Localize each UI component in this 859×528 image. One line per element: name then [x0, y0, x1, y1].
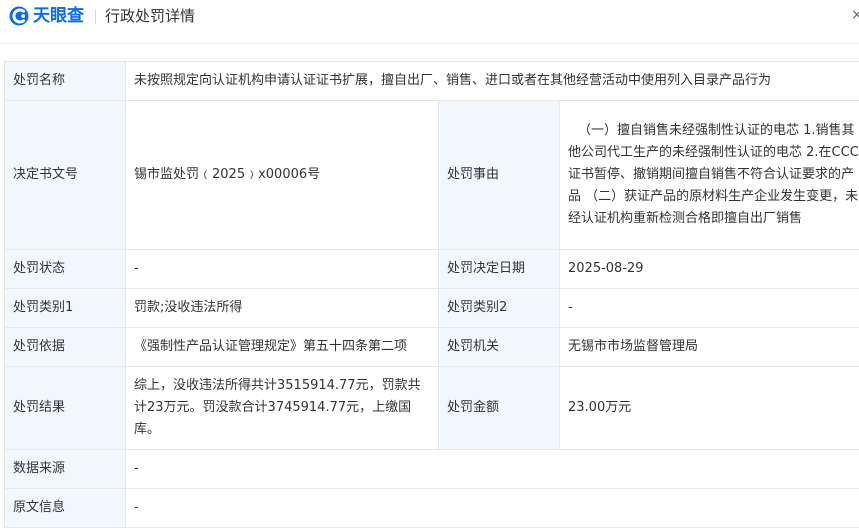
penalty-reason-label: 处罚事由: [439, 101, 560, 250]
penalty-result-cell: 综上，没收违法所得共计3515914.77元，罚款共计23万元。罚没款合计374…: [126, 367, 439, 450]
table-row: 原文信息 -: [5, 489, 859, 528]
data-source-value: -: [126, 450, 859, 489]
penalty-category2-value: -: [560, 289, 859, 328]
table-row: 数据来源 -: [5, 450, 859, 489]
penalty-category2-label: 处罚类别2: [439, 289, 560, 328]
tianyancha-logo[interactable]: 天眼查: [8, 5, 84, 27]
table-row: 处罚名称 未按照规定向认证机构申请认证证书扩展，擅自出厂、销售、进口或者在其他经…: [5, 62, 859, 101]
table-row: 处罚状态 - 处罚决定日期 2025-08-29: [5, 250, 859, 289]
penalty-basis-label: 处罚依据: [5, 328, 126, 367]
decision-no-label: 决定书文号: [5, 101, 126, 250]
penalty-reason-cell: （一）擅自销售未经强制性认证的电芯 1.销售其他公司代工生产的未经强制性认证的电…: [560, 101, 859, 250]
decision-no-value: 锡市监处罚﹙2025﹚x00006号: [126, 101, 439, 250]
header-divider: [95, 9, 96, 24]
penalty-name-label: 处罚名称: [5, 62, 126, 101]
penalty-status-value: -: [126, 250, 439, 289]
page-title: 行政处罚详情: [105, 5, 195, 27]
penalty-result-value: 综上，没收违法所得共计3515914.77元，罚款共计23万元。罚没款合计374…: [134, 375, 428, 441]
decision-date-value: 2025-08-29: [560, 250, 859, 289]
penalty-reason-value: （一）擅自销售未经强制性认证的电芯 1.销售其他公司代工生产的未经强制性认证的电…: [568, 120, 859, 230]
logo-mark-icon: [8, 5, 30, 27]
penalty-amount-value: 23.00万元: [560, 367, 859, 450]
penalty-authority-label: 处罚机关: [439, 328, 560, 367]
table-row: 处罚类别1 罚款;没收违法所得 处罚类别2 -: [5, 289, 859, 328]
table-row: 决定书文号 锡市监处罚﹙2025﹚x00006号 处罚事由 （一）擅自销售未经强…: [5, 101, 859, 250]
penalty-category1-value: 罚款;没收违法所得: [126, 289, 439, 328]
decision-date-label: 处罚决定日期: [439, 250, 560, 289]
penalty-detail-table: 处罚名称 未按照规定向认证机构申请认证证书扩展，擅自出厂、销售、进口或者在其他经…: [4, 61, 859, 528]
penalty-basis-value: 《强制性产品认证管理规定》第五十四条第二项: [126, 328, 439, 367]
penalty-name-value: 未按照规定向认证机构申请认证证书扩展，擅自出厂、销售、进口或者在其他经营活动中使…: [126, 62, 859, 101]
penalty-category1-label: 处罚类别1: [5, 289, 126, 328]
close-icon[interactable]: ×: [851, 7, 859, 23]
penalty-status-label: 处罚状态: [5, 250, 126, 289]
page-header: 天眼查 行政处罚详情 ×: [0, 0, 859, 44]
logo-text: 天眼查: [33, 5, 84, 27]
table-row: 处罚依据 《强制性产品认证管理规定》第五十四条第二项 处罚机关 无锡市市场监督管…: [5, 328, 859, 367]
penalty-amount-label: 处罚金额: [439, 367, 560, 450]
original-info-label: 原文信息: [5, 489, 126, 528]
penalty-result-label: 处罚结果: [5, 367, 126, 450]
penalty-authority-value: 无锡市市场监督管理局: [560, 328, 859, 367]
original-info-value: -: [126, 489, 859, 528]
table-row: 处罚结果 综上，没收违法所得共计3515914.77元，罚款共计23万元。罚没款…: [5, 367, 859, 450]
data-source-label: 数据来源: [5, 450, 126, 489]
